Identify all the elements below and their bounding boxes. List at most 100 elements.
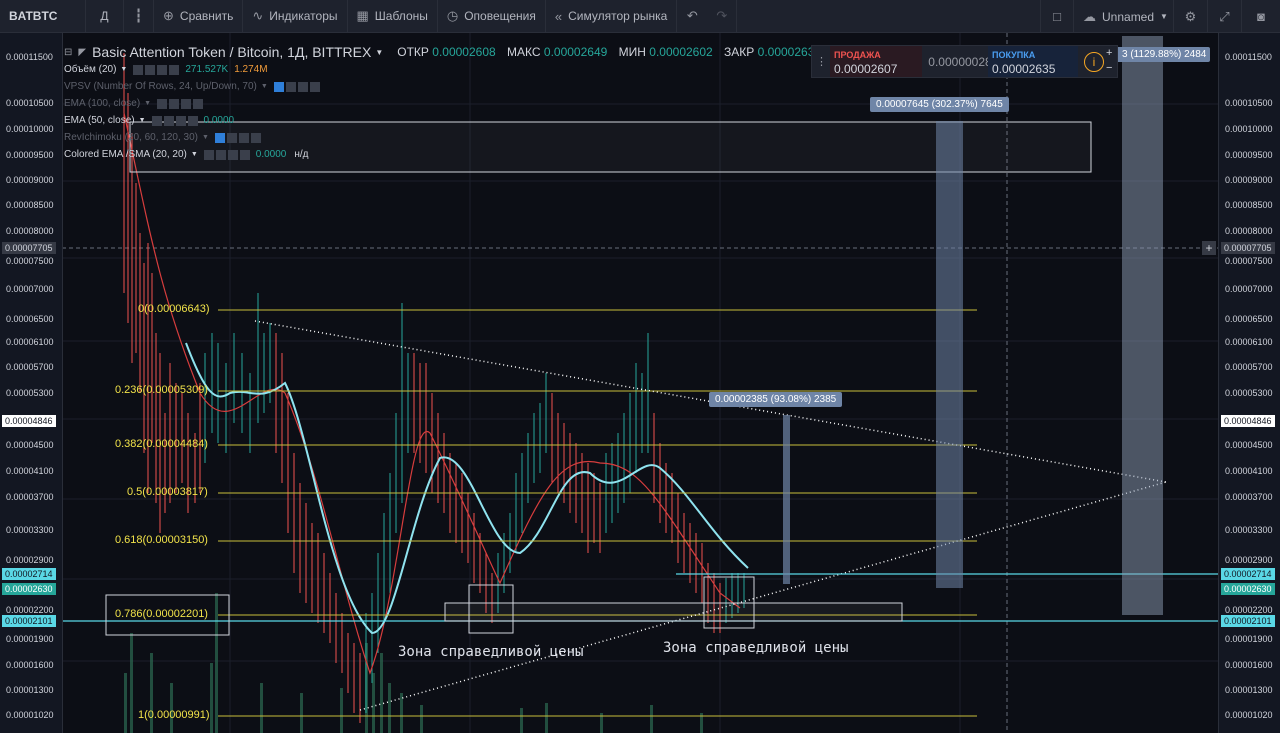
projection-bar-3 — [1122, 36, 1163, 615]
axis-tick: 0.00010000 — [1225, 124, 1273, 134]
chart-type-button[interactable]: ┇ — [124, 0, 154, 33]
symbol-button[interactable]: BATBTC — [0, 0, 86, 33]
plus-icon[interactable]: + — [1106, 47, 1112, 59]
axis-tick: 0.00010500 — [6, 98, 54, 108]
crosshair-price-tag: 0.00007705 — [2, 242, 56, 254]
legend-actions[interactable] — [157, 98, 204, 109]
chevron-down-icon: ▼ — [120, 66, 128, 73]
legend-vpsv[interactable]: VPSV (Number Of Rows, 24, Up/Down, 70) ▼ — [64, 81, 320, 92]
undo-button[interactable]: ↶ — [677, 0, 707, 33]
legend-ema100[interactable]: EMA (100, close) ▼ — [64, 98, 204, 109]
interval-button[interactable]: Д — [86, 0, 124, 33]
alerts-button[interactable]: ◷ Оповещения — [438, 0, 546, 33]
rewind-icon: « — [554, 8, 563, 24]
axis-tick: 0.00006100 — [1225, 337, 1273, 347]
snapshot-button[interactable]: ◙ — [1242, 0, 1280, 33]
axis-tick: 0.00003300 — [1225, 525, 1273, 535]
expand-button[interactable]: ⤢ — [1208, 0, 1242, 33]
add-alert-plus-icon[interactable]: + — [1202, 241, 1216, 255]
vpsv-legend-label: VPSV (Number Of Rows, 24, Up/Down, 70) — [64, 81, 257, 92]
axis-tick: 0.00004500 — [6, 440, 54, 450]
chevron-down-icon: ▼ — [201, 134, 209, 141]
axis-tick: 0.00007500 — [1225, 256, 1273, 266]
templates-button[interactable]: ▦ Шаблоны — [348, 0, 438, 33]
candles-icon: ┇ — [134, 8, 143, 23]
ema100-legend-label: EMA (100, close) — [64, 98, 141, 109]
legend-actions[interactable] — [214, 132, 261, 143]
colored-ema-legend-label: Colored EMA /SMA (20, 20) — [64, 149, 187, 160]
legend-ichimoku[interactable]: RevIchimoku (20, 60, 120, 30) ▼ — [64, 132, 261, 143]
layout-menu[interactable]: ☁ Unnamed ▼ — [1074, 0, 1174, 33]
gear-icon: ⚙ — [1184, 8, 1197, 24]
chart-title[interactable]: Basic Attention Token / Bitcoin, 1Д, BIT… — [92, 44, 371, 60]
measure-callout-3: 3 (1129.88%) 2484 — [1116, 47, 1211, 62]
axis-tick: 0.00001020 — [6, 710, 54, 720]
redo-button[interactable]: ↷ — [707, 0, 738, 33]
axis-tick: 0.00008000 — [1225, 226, 1273, 236]
measure-callout-1: 0.00007645 (302.37%) 7645 — [870, 97, 1009, 112]
legend-actions[interactable] — [273, 81, 320, 92]
info-icon[interactable]: i — [1084, 52, 1104, 72]
indicators-button[interactable]: ∿ Индикаторы — [243, 0, 348, 33]
sell-price: 0.00002607 — [834, 62, 898, 76]
ichimoku-legend-label: RevIchimoku (20, 60, 120, 30) — [64, 132, 198, 143]
chevron-down-icon: ▼ — [138, 117, 146, 124]
legend-actions[interactable] — [203, 149, 250, 160]
buy-label: ПОКУПКА — [992, 50, 1036, 60]
open-value: 0.00002608 — [432, 45, 496, 59]
axis-tick: 0.00001600 — [6, 660, 54, 670]
legend-ema50[interactable]: EMA (50, close) ▼ 0.0000 — [64, 115, 234, 126]
spread-text: 0.00000028 — [928, 54, 992, 69]
projection-bar-1 — [936, 121, 963, 588]
legend-volume[interactable]: Объём (20) ▼ 271.527K 1.274M — [64, 64, 268, 75]
buy-button[interactable]: ПОКУПКА 0.00002635 — [988, 46, 1078, 77]
axis-tick: 0.00007500 — [6, 256, 54, 266]
price-axis-left[interactable]: 0.00011500 0.00010500 0.00010000 0.00009… — [0, 33, 63, 733]
axis-tick: 0.00004100 — [1225, 466, 1273, 476]
alerts-label: Оповещения — [464, 9, 536, 23]
legend-colored-ema[interactable]: Colored EMA /SMA (20, 20) ▼ 0.0000 н/д — [64, 149, 309, 160]
high-label: МАКС — [507, 45, 541, 59]
collapse-icon[interactable]: ⊟ — [64, 47, 72, 58]
axis-tick: 0.00005300 — [1225, 388, 1273, 398]
minus-icon[interactable]: − — [1106, 62, 1112, 74]
fair-price-zone-label-2: Зона справедливой цены — [663, 640, 849, 656]
axis-tick: 0.00005700 — [6, 362, 54, 372]
chevron-down-icon[interactable]: ▼ — [375, 48, 383, 57]
axis-tick: 0.00002200 — [6, 605, 54, 615]
fair-price-zone-label-1: Зона справедливой цены — [398, 644, 584, 660]
axis-tick: 0.00009000 — [6, 175, 54, 185]
triangle-lower-line — [359, 481, 1167, 711]
sell-label: ПРОДАЖА — [834, 50, 881, 60]
axis-tick: 0.00006500 — [6, 314, 54, 324]
legend-actions[interactable] — [133, 64, 180, 75]
fullscreen-layout-button[interactable]: □ — [1040, 0, 1074, 33]
open-label: ОТКР — [397, 45, 429, 59]
compare-button[interactable]: ⊕ Сравнить — [154, 0, 244, 33]
projection-bar-2 — [783, 415, 790, 584]
compare-label: Сравнить — [179, 9, 234, 23]
axis-tick: 0.00007000 — [1225, 284, 1273, 294]
legend-actions[interactable] — [151, 115, 198, 126]
axis-tick: 0.00010000 — [6, 124, 54, 134]
cloud-icon: ☁ — [1083, 8, 1096, 24]
axis-tick: 0.00009000 — [1225, 175, 1273, 185]
sell-button[interactable]: ПРОДАЖА 0.00002607 — [830, 46, 922, 77]
top-toolbar: BATBTC Д ┇ ⊕ Сравнить ∿ Индикаторы ▦ Шаблон… — [0, 0, 1280, 33]
settings-button[interactable]: ⚙ — [1174, 0, 1208, 33]
price-tag-4846: 0.00004846 — [1221, 415, 1275, 427]
chevron-down-icon: ▼ — [144, 100, 152, 107]
ohlc-readout: ОТКР 0.00002608 МАКС 0.00002649 МИН 0.00… — [397, 45, 829, 59]
axis-tick: 0.00002900 — [1225, 555, 1273, 565]
fib-label-0: 0(0.00006643) — [138, 303, 210, 315]
drag-handle-icon[interactable]: ⋮ — [816, 55, 827, 68]
undo-icon: ↶ — [686, 8, 698, 23]
axis-tick: 0.00007000 — [6, 284, 54, 294]
low-value: 0.00002602 — [649, 45, 713, 59]
fib-label-0382: 0.382(0.00004484) — [115, 438, 208, 450]
axis-tick: 0.00009500 — [1225, 150, 1273, 160]
replay-button[interactable]: « Симулятор рынка — [546, 0, 678, 33]
price-axis-right[interactable]: 0.00011500 0.00010500 0.00010000 0.00009… — [1218, 33, 1280, 733]
axis-tick: 0.00001020 — [1225, 710, 1273, 720]
axis-tick: 0.00008500 — [6, 200, 54, 210]
